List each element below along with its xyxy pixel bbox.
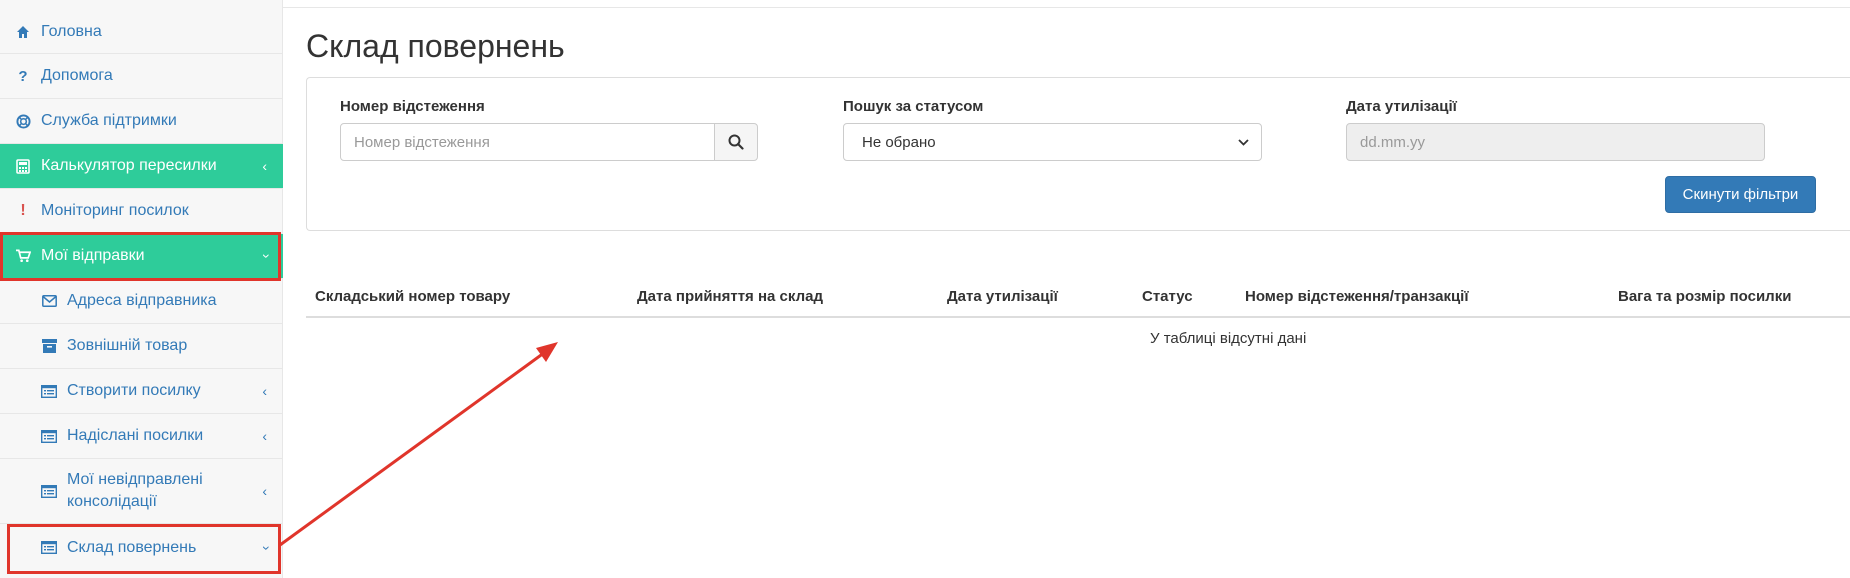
annotation-arrow [279,342,558,547]
